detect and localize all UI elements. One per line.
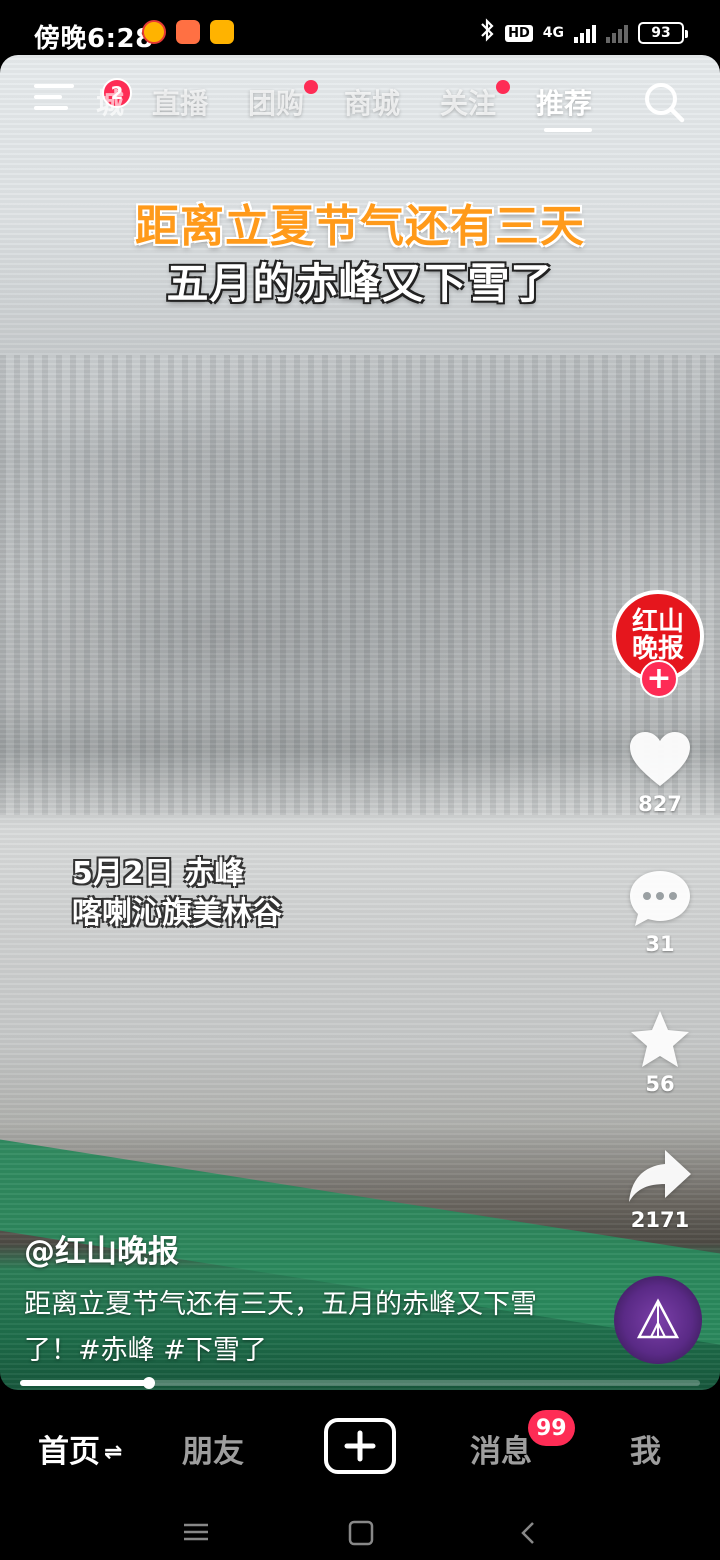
status-bar: 傍晚6:28 HD 4G 93 (0, 0, 720, 60)
like-button[interactable]: 827 (620, 730, 700, 816)
home-button[interactable] (348, 1520, 374, 1550)
menu-button[interactable]: 2 (34, 78, 132, 116)
favorite-count: 56 (645, 1072, 675, 1096)
signal-icon (574, 23, 596, 43)
like-count: 827 (638, 792, 682, 816)
nav-me-label: 我 (630, 1434, 661, 1470)
search-icon[interactable] (642, 80, 686, 124)
video-headline-primary: 距离立夏节气还有三天 (135, 201, 585, 252)
system-nav-bar (0, 1502, 720, 1560)
post-description[interactable]: 距离立夏节气还有三天，五月的赤峰又下雪了！#赤峰 #下雪了 (24, 1282, 564, 1374)
nav-me[interactable]: 我 (630, 1426, 661, 1471)
comment-count: 31 (645, 932, 675, 956)
tent-icon (636, 1298, 680, 1339)
tab-following[interactable]: 关注 (440, 80, 511, 122)
notification-dot (496, 80, 511, 94)
share-count: 2171 (630, 1208, 690, 1232)
hd-voice-icon: HD (505, 24, 533, 42)
status-time: 傍晚6:28 (34, 24, 154, 54)
plus-icon (344, 1430, 376, 1462)
video-headline-secondary: 五月的赤峰又下雪了 (166, 259, 554, 308)
network-type: 4G (542, 25, 564, 41)
app-notification-icon (210, 20, 234, 44)
notification-dot (304, 80, 319, 94)
favorite-button[interactable]: 56 (620, 1008, 700, 1096)
tab-label: 关注 (440, 87, 497, 120)
nav-messages[interactable]: 消息 (470, 1426, 532, 1471)
nav-friends-label: 朋友 (182, 1434, 244, 1470)
square-icon (348, 1520, 374, 1546)
music-disc[interactable] (614, 1276, 702, 1364)
bottom-nav: 首页 ⇌ 朋友 消息 99 我 (0, 1390, 720, 1502)
tab-recommend[interactable]: 推荐 (536, 82, 592, 122)
status-notification-icons (142, 20, 234, 44)
video-progress-bar[interactable] (20, 1377, 700, 1389)
nav-messages-label: 消息 (470, 1434, 532, 1470)
nav-friends[interactable]: 朋友 (182, 1426, 244, 1471)
switch-icon: ⇌ (104, 1440, 123, 1465)
nav-home[interactable]: 首页 ⇌ (38, 1426, 122, 1471)
comment-icon (630, 871, 690, 926)
battery-level: 93 (651, 25, 671, 41)
tab-label: 商城 (344, 87, 401, 120)
heart-icon (630, 732, 690, 786)
bluetooth-icon (479, 18, 495, 48)
messages-badge: 99 (528, 1410, 575, 1446)
video-progress-fill (20, 1380, 150, 1386)
comment-button[interactable]: 31 (620, 868, 700, 956)
recents-button[interactable] (182, 1520, 210, 1548)
app-notification-icon (176, 20, 200, 44)
share-icon (629, 1150, 691, 1202)
back-button[interactable] (518, 1520, 538, 1550)
battery-icon: 93 (638, 22, 688, 44)
share-button[interactable]: 2171 (620, 1146, 700, 1232)
video-location-place: 喀喇沁旗美林谷 (72, 896, 282, 931)
star-icon (631, 1011, 689, 1067)
tab-group-buy[interactable]: 团购 (248, 80, 319, 122)
weibo-notification-icon (142, 20, 166, 44)
create-button[interactable] (324, 1418, 396, 1474)
author-name[interactable]: @红山晚报 (24, 1226, 179, 1271)
tab-live[interactable]: 直播 (152, 82, 208, 122)
active-tab-indicator (544, 128, 592, 132)
signal-icon-secondary (606, 23, 628, 43)
tab-label: 推荐 (536, 87, 593, 120)
tab-mall[interactable]: 商城 (344, 82, 400, 122)
status-right-icons: HD 4G 93 (479, 18, 688, 48)
nav-home-label: 首页 (38, 1434, 100, 1470)
video-location-date: 5月2日 赤峰 (72, 856, 245, 891)
follow-button[interactable]: + (640, 660, 678, 698)
tab-partial[interactable]: 城 (96, 82, 124, 122)
back-chevron-icon (521, 1522, 534, 1544)
top-nav: 2 城 直播 团购 商城 关注 推荐 (0, 70, 720, 132)
tab-label: 直播 (152, 87, 209, 120)
tab-label: 团购 (248, 87, 305, 120)
menu-lines-icon (184, 1523, 208, 1541)
